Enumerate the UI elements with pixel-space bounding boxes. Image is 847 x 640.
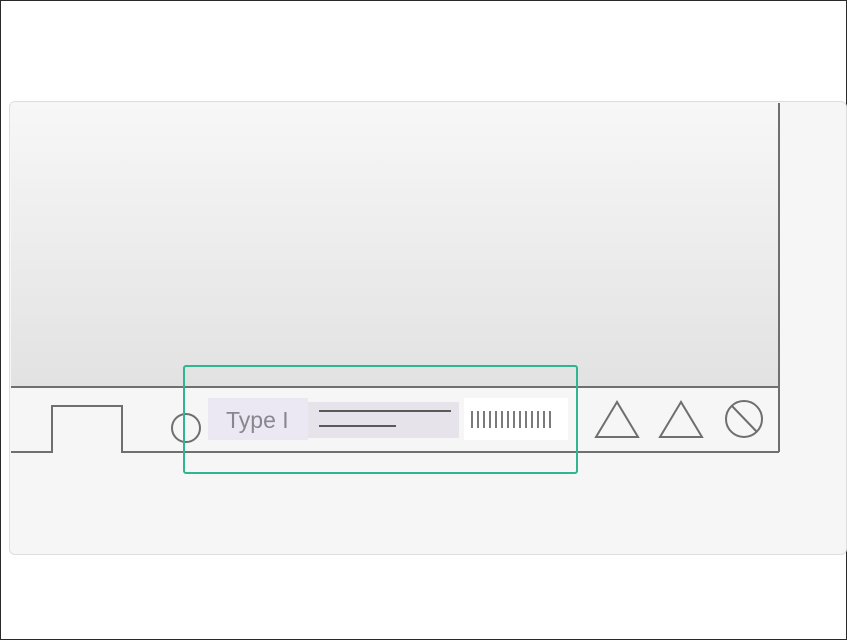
line-segment-box (308, 402, 459, 438)
no-entry-icon (725, 400, 763, 438)
circle-icon (171, 413, 201, 443)
diagram-canvas (11, 103, 780, 474)
barcode-box (464, 398, 568, 440)
gradient-panel (11, 103, 779, 387)
type-label: Type I (226, 407, 289, 433)
triangle-icon (594, 400, 640, 438)
triangle-icon (658, 400, 704, 438)
